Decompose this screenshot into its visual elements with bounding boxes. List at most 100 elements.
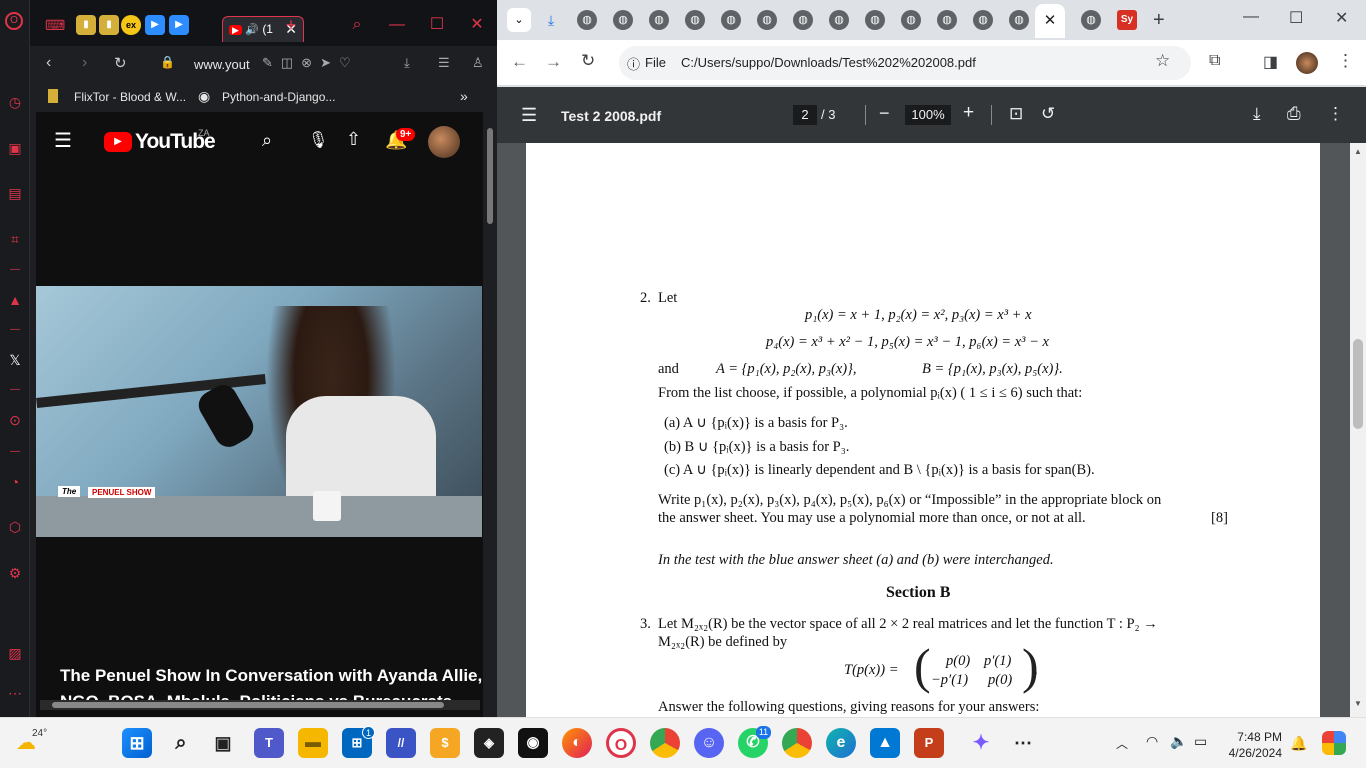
close-window-icon[interactable]: ✕ [1335,8,1348,28]
horizontal-scrollbar[interactable] [40,700,480,710]
more-icon[interactable]: ⋯ [5,683,25,703]
new-tab-icon[interactable]: + [281,15,301,35]
address-actions-icons[interactable]: ✎◫⊗➤♡ [262,55,359,71]
tab-globe-icon[interactable]: ◍ [865,10,885,30]
tab-globe-icon[interactable]: ◍ [685,10,705,30]
scrollbar-thumb[interactable] [1353,339,1363,429]
search-icon[interactable]: ⌕ [166,728,196,758]
notification-bell-icon[interactable]: 🔔 [1290,735,1307,752]
profile-icon[interactable]: ♙ [472,55,484,71]
tab-favicon-battery[interactable]: ▮ [76,15,96,35]
rotate-icon[interactable]: ↺ [1041,104,1055,124]
tab-download-icon[interactable]: ⤓ [541,10,561,30]
upload-icon[interactable]: ⇧ [346,129,361,150]
back-icon[interactable]: ← [511,52,528,72]
extensions-puzzle-icon[interactable]: ⧉ [1209,52,1220,70]
chrome-profile-icon[interactable] [782,728,812,758]
bookmark-python-django[interactable]: Python-and-Django... [222,90,335,104]
url-text[interactable]: C:/Users/suppo/Downloads/Test%202%202008… [681,55,976,70]
omnibox[interactable]: ⓘ File C:/Users/suppo/Downloads/Test%202… [619,46,1191,80]
menu-hamburger-icon[interactable]: ☰ [54,128,72,153]
opera-logo-icon[interactable]: O [5,12,23,30]
twitch-icon[interactable]: ▤ [5,183,25,203]
minimize-icon[interactable]: — [1243,8,1259,26]
bookmarks-more-button[interactable]: » [460,88,468,104]
show-hidden-icons-icon[interactable]: ︿ [1116,735,1128,752]
tab-favicon-zoom[interactable]: ▶ [145,15,165,35]
bookmark-flixtor[interactable]: FlixTor - Blood & W... [74,90,186,104]
shopping-icon[interactable]: ▣ [5,138,25,158]
youtube-logo-icon[interactable]: ▶ [104,132,132,152]
tab-search-icon[interactable]: ⌕ [347,15,367,35]
history-icon[interactable]: ◔ [5,472,25,492]
minimize-icon[interactable]: — [387,15,407,35]
microphone-icon[interactable]: 🎙 [308,130,328,150]
pdf-scrollbar[interactable]: ▲ ▼ [1350,143,1366,717]
tab-globe-icon[interactable]: ◍ [793,10,813,30]
maximize-icon[interactable]: ☐ [1289,8,1303,28]
download-icon[interactable]: ⤓ [404,55,410,71]
task-view-icon[interactable]: ▣ [208,728,238,758]
scroll-down-arrow-icon[interactable]: ▼ [1354,699,1362,708]
tab-favicon-battery-2[interactable]: ▮ [99,15,119,35]
scroll-up-arrow-icon[interactable]: ▲ [1354,147,1362,156]
tab-search-chevron-icon[interactable]: ⌄ [507,8,531,32]
opera-vertical-scrollbar[interactable] [483,112,497,717]
tab-globe-icon[interactable]: ◍ [1009,10,1029,30]
reload-icon[interactable]: ↻ [114,54,127,72]
edge-icon[interactable]: e [826,728,856,758]
firefox-icon[interactable]: ◐ [562,728,592,758]
zoom-in-icon[interactable]: + [963,102,974,124]
video-player[interactable]: The PENUEL SHOW [36,286,482,537]
tab-globe-icon[interactable]: ◍ [577,10,597,30]
tab-globe-icon[interactable]: ◍ [649,10,669,30]
vscode-like-icon[interactable]: // [386,728,416,758]
avatar[interactable] [428,126,460,158]
figma-icon[interactable]: ◈ [474,728,504,758]
pdf-menu-icon[interactable]: ☰ [521,105,537,126]
tab-globe-icon[interactable]: ◍ [901,10,921,30]
tab-globe-icon[interactable]: ◍ [1081,10,1101,30]
chrome-icon[interactable] [650,728,680,758]
search-icon[interactable]: ⌕ [262,130,272,151]
tab-globe-icon[interactable]: ◍ [829,10,849,30]
maximize-icon[interactable]: ☐ [427,15,447,35]
image-icon[interactable]: ▨ [5,643,25,663]
volume-icon[interactable]: 🔈 [1170,733,1187,750]
forward-icon[interactable]: → [545,52,562,72]
reload-icon[interactable]: ↻ [581,51,595,71]
zoom-input[interactable]: 100% [905,105,951,125]
aria-icon[interactable]: ▲ [5,290,25,310]
page-number-input[interactable]: 2 [793,105,817,125]
tracker-icon[interactable]: $ [430,728,460,758]
fit-page-icon[interactable]: ⊡ [1009,104,1023,124]
x-twitter-icon[interactable]: 𝕏 [5,350,25,370]
profile-avatar[interactable] [1296,52,1318,74]
side-panel-icon[interactable]: ◨ [1263,52,1278,72]
print-icon[interactable]: ⎙ [1287,104,1301,124]
tab-favicon-zoom-2[interactable]: ▶ [169,15,189,35]
tab-globe-icon[interactable]: ◍ [973,10,993,30]
github-desktop-icon[interactable]: ◉ [518,728,548,758]
zoom-out-icon[interactable]: − [879,103,890,124]
gamepad-icon[interactable]: ⌨ [45,15,65,35]
more-apps-icon[interactable]: ⋯ [1008,728,1038,758]
back-icon[interactable]: ‹ [46,54,51,72]
close-window-icon[interactable]: ✕ [467,15,487,35]
pdf-more-icon[interactable]: ⋮ [1327,104,1344,124]
discord-icon[interactable]: ☺ [694,728,724,758]
url-field[interactable]: www.yout [194,57,250,72]
scrollbar-thumb[interactable] [52,702,444,708]
tab-pdf-active-close-icon[interactable]: ✕ [1035,4,1065,38]
opera-icon[interactable]: O [606,728,636,758]
clock-date[interactable]: 4/26/2024 [1222,746,1282,760]
tab-sy-favicon[interactable]: Sy [1117,10,1137,30]
powerpoint-icon[interactable]: P [914,728,944,758]
chrome-menu-icon[interactable]: ⋮ [1337,51,1354,71]
copilot-icon[interactable]: ✦ [966,728,996,758]
clock-time[interactable]: 7:48 PM [1222,730,1282,744]
tab-favicon-ex[interactable]: ex [121,15,141,35]
extensions-cube-icon[interactable]: ⬡ [5,517,25,537]
pdf-download-icon[interactable]: ⤓ [1253,104,1261,124]
battery-icon[interactable]: ▭ [1194,733,1207,750]
